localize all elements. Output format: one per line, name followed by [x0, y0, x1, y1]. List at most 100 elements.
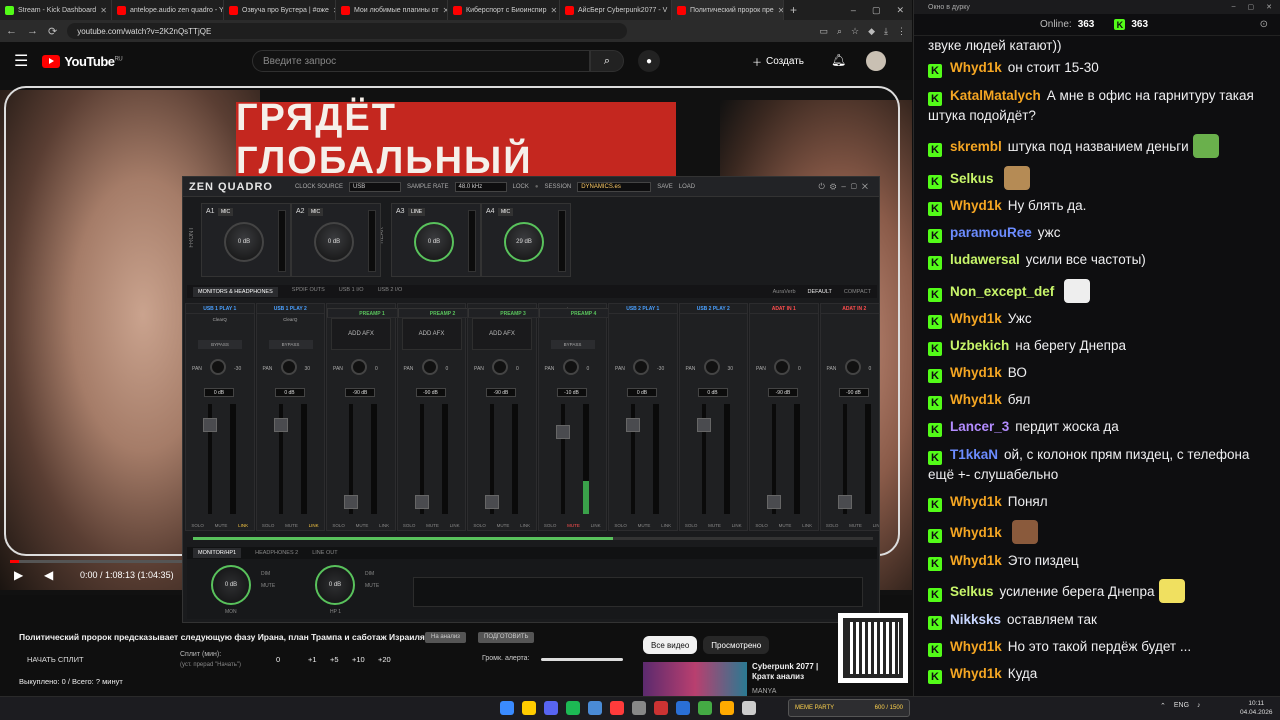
solo-button[interactable]: SOLO [403, 523, 416, 528]
link-button[interactable]: LINK [873, 523, 879, 528]
mixer-tab[interactable]: USB 2 I/O [378, 287, 403, 297]
mute-button[interactable]: MUTE [426, 523, 439, 528]
mixer-scrollbar[interactable] [193, 537, 873, 540]
chat-username[interactable]: Whyd1k [950, 311, 1002, 326]
chat-username[interactable]: Whyd1k [950, 392, 1002, 407]
play-icon[interactable]: ▶ [14, 568, 23, 582]
taskbar-app-icon[interactable] [566, 701, 580, 715]
youtube-logo[interactable]: YouTubeRU [42, 54, 123, 69]
fader-cap[interactable] [626, 418, 640, 433]
taskbar-app-icon[interactable] [522, 701, 536, 715]
chat-username[interactable]: Whyd1k [950, 639, 1002, 654]
link-button[interactable]: LINK [591, 523, 601, 528]
pan-knob[interactable] [703, 359, 720, 375]
mute-button[interactable]: MUTE [567, 523, 580, 528]
restore-icon[interactable]: ▢ [851, 182, 862, 191]
chat-username[interactable]: Whyd1k [950, 365, 1002, 380]
close-icon[interactable]: ✕ [896, 5, 904, 16]
fader-cap[interactable] [344, 495, 358, 510]
create-button[interactable]: ＋ Создать [752, 51, 804, 71]
tray-chevron-icon[interactable]: ⌃ [1160, 702, 1166, 710]
mixer-tab[interactable]: SPDIF OUTS [292, 287, 325, 297]
browser-tab[interactable]: antelope.audio zen quadro - Y✕ [112, 0, 224, 20]
monitor-mute-button[interactable]: MUTE [261, 583, 275, 589]
browser-tab[interactable]: Киберспорт с Биоинспир ✕ [448, 0, 560, 20]
fader-cap[interactable] [767, 495, 781, 510]
clock[interactable]: 10:11 04.04.2026 [1240, 699, 1273, 717]
view-default-button[interactable]: DEFAULT [808, 289, 832, 295]
taskbar-app-icon[interactable] [610, 701, 624, 715]
volume-icon[interactable]: ◀︎ [44, 568, 53, 582]
back-icon[interactable]: ← [6, 25, 17, 37]
avatar[interactable] [866, 51, 886, 71]
tab-close-icon[interactable]: ✕ [100, 6, 107, 15]
maximize-icon[interactable]: ▢ [872, 5, 881, 16]
solo-button[interactable]: SOLO [755, 523, 768, 528]
fader-cap[interactable] [203, 418, 217, 433]
recommended-thumbnail[interactable] [643, 662, 747, 696]
monitor-tab[interactable]: LINE OUT [312, 550, 337, 556]
taskbar-app-icon[interactable] [698, 701, 712, 715]
sample-rate-select[interactable]: 48.0 kHz [454, 181, 507, 192]
monitor-knob[interactable]: 0 dB [211, 565, 251, 605]
increment-20-button[interactable]: +20 [378, 655, 391, 664]
taskbar-app-icon[interactable] [588, 701, 602, 715]
monitor-tab[interactable]: HEADPHONES 2 [255, 550, 298, 556]
add-afx-button[interactable]: ADD AFX [331, 318, 391, 350]
hp-mute-button[interactable]: MUTE [365, 583, 379, 589]
mute-button[interactable]: MUTE [708, 523, 721, 528]
voice-search-button[interactable]: ● [638, 50, 660, 72]
add-afx-button[interactable]: ADD AFX [472, 318, 532, 350]
mixer-tab[interactable]: USB 1 I/O [339, 287, 364, 297]
recommended-title[interactable]: Cyberpunk 2077 | Кратк анализ [752, 662, 842, 682]
bypass-button[interactable]: BYPASS [550, 340, 595, 349]
taskbar-app-icon[interactable] [742, 701, 756, 715]
browser-tab[interactable]: Политический пророк пре ✕ [672, 0, 784, 20]
preamp-gain-knob[interactable]: 29 dB [504, 222, 544, 262]
increment-10-button[interactable]: +10 [352, 655, 365, 664]
minimize-icon[interactable]: – [851, 5, 856, 16]
minimize-icon[interactable]: – [841, 182, 850, 191]
browser-tab[interactable]: Мои любимые плагины от✕ [336, 0, 448, 20]
pan-knob[interactable] [844, 359, 861, 375]
taskbar-app-icon[interactable] [500, 701, 514, 715]
clock-source-select[interactable]: USB [348, 181, 401, 192]
pan-knob[interactable] [774, 359, 790, 375]
pan-knob[interactable] [562, 359, 579, 375]
pan-knob[interactable] [492, 359, 508, 375]
load-button[interactable]: LOAD [679, 184, 695, 190]
tab-close-icon[interactable]: ✕ [551, 6, 558, 15]
chat-username[interactable]: Selkus [950, 171, 994, 186]
preamp-gain-knob[interactable]: 0 dB [414, 222, 454, 262]
taskbar-app-icon[interactable] [632, 701, 646, 715]
close-icon[interactable]: ✕ [862, 182, 873, 191]
zoom-icon[interactable]: ⌕ [837, 26, 842, 37]
link-button[interactable]: LINK [520, 523, 530, 528]
menu-icon[interactable]: ☰ [14, 51, 28, 71]
fader-rail[interactable] [560, 404, 565, 514]
chat-username[interactable]: T1kkaN [950, 447, 998, 462]
mute-button[interactable]: MUTE [638, 523, 651, 528]
power-icon[interactable]: ⏻ [819, 182, 830, 191]
link-button[interactable]: LINK [379, 523, 389, 528]
chat-username[interactable]: Whyd1k [950, 60, 1002, 75]
link-button[interactable]: LINK [732, 523, 742, 528]
chat-username[interactable]: skrembl [950, 139, 1002, 154]
mute-button[interactable]: MUTE [497, 523, 510, 528]
browser-tab[interactable]: Stream - Kick Dashboard ✕ [0, 0, 112, 20]
taskbar-app-icon[interactable] [544, 701, 558, 715]
mute-button[interactable]: MUTE [779, 523, 792, 528]
bypass-button[interactable]: BYPASS [198, 340, 242, 349]
preamp-gain-knob[interactable]: 0 dB [224, 222, 264, 262]
session-field[interactable]: DYNAMICS.es [577, 181, 652, 192]
forward-icon[interactable]: → [27, 25, 38, 37]
downloads-icon[interactable]: ⤓ [884, 26, 888, 37]
chat-username[interactable]: Whyd1k [950, 666, 1002, 681]
solo-button[interactable]: SOLO [332, 523, 345, 528]
search-input[interactable]: Введите запрос [252, 50, 590, 72]
pan-knob[interactable] [633, 359, 649, 375]
analyze-button[interactable]: На анализ [425, 632, 466, 643]
solo-button[interactable]: SOLO [473, 523, 486, 528]
chat-username[interactable]: Non_except_def [950, 284, 1054, 299]
solo-button[interactable]: SOLO [614, 523, 627, 528]
